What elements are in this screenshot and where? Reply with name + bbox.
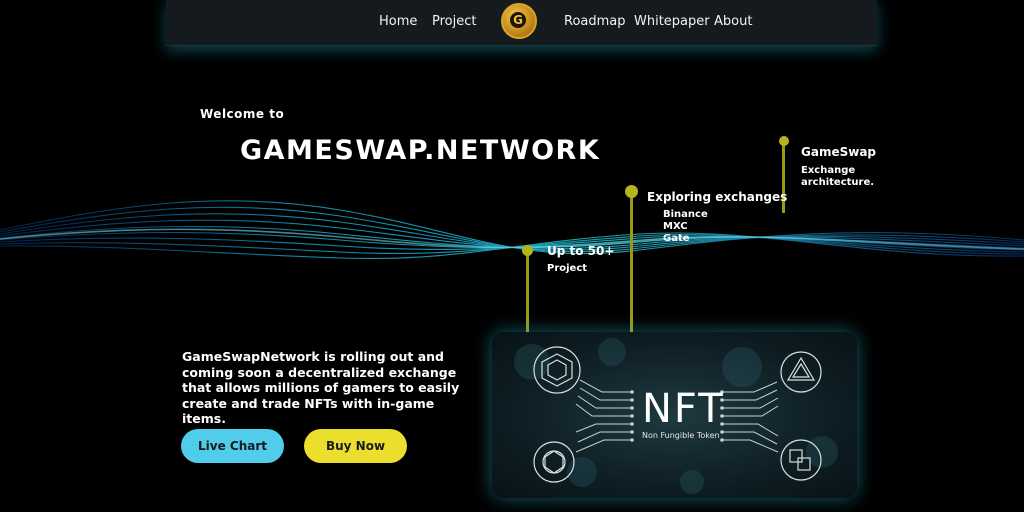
annotation-title-exploring: Exploring exchanges: [647, 190, 788, 204]
pin-line-projects: [526, 252, 529, 332]
annotation-title-projects: Up to 50+: [547, 244, 615, 258]
hero-title: GAMESWAP.NETWORK: [240, 135, 601, 166]
hero-description: GameSwapNetwork is rolling out and comin…: [182, 349, 460, 426]
live-chart-button[interactable]: Live Chart: [181, 429, 284, 463]
gameswap-logo-icon[interactable]: G: [501, 3, 537, 39]
top-navbar: Home Project G Roadmap Whitepaper About: [166, 0, 877, 46]
nav-link-whitepaper[interactable]: Whitepaper: [634, 14, 710, 29]
nft-subtitle: Non Fungible Token: [642, 431, 720, 440]
pin-line-exploring: [630, 194, 633, 332]
pin-dot-projects: [522, 245, 533, 256]
nav-link-roadmap[interactable]: Roadmap: [564, 14, 626, 29]
logo-letter: G: [510, 12, 526, 28]
buy-now-button[interactable]: Buy Now: [304, 429, 407, 463]
nav-link-home[interactable]: Home: [379, 14, 417, 29]
nav-link-project[interactable]: Project: [432, 14, 476, 29]
annotation-line: Project: [547, 263, 588, 274]
welcome-text: Welcome to: [200, 107, 285, 121]
annotation-line: Exchange: [801, 165, 856, 176]
nft-card: NFT Non Fungible Token: [492, 332, 857, 498]
annotation-title-gameswap: GameSwap: [801, 145, 877, 159]
nav-link-about[interactable]: About: [714, 14, 752, 29]
annotation-line: MXC: [663, 221, 688, 232]
pin-dot-exploring: [625, 185, 638, 198]
annotation-line: architecture.: [801, 177, 875, 188]
annotation-line: Binance: [663, 209, 708, 220]
annotation-line: Gate: [663, 233, 690, 244]
nft-title: NFT: [642, 386, 725, 432]
pin-dot-gameswap: [779, 136, 789, 146]
wave-graphic: [0, 200, 1024, 260]
